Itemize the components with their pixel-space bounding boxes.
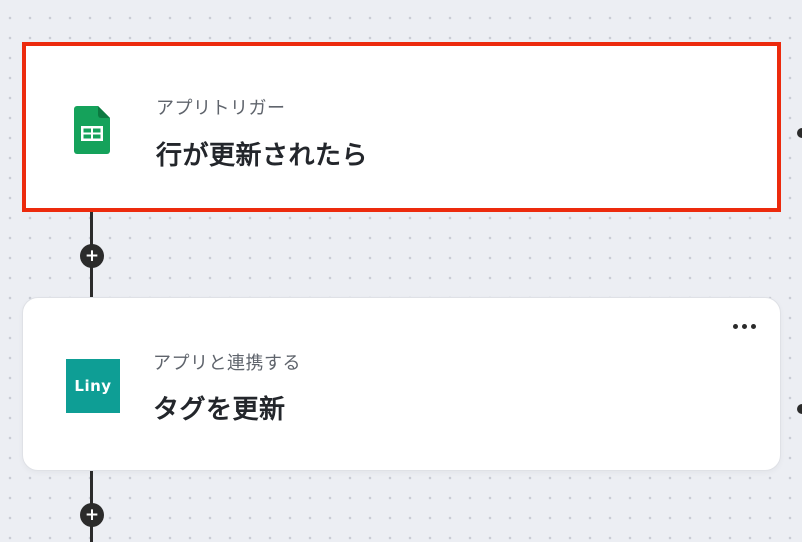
trigger-step-card[interactable]: アプリトリガー 行が更新されたら (22, 42, 781, 212)
google-sheets-icon (74, 106, 110, 154)
more-options-icon[interactable] (733, 324, 756, 329)
step-category-label: アプリと連携する (153, 353, 301, 374)
liny-logo-text: Liny (74, 377, 112, 395)
step-category-label: アプリトリガー (156, 98, 286, 119)
card-edge-handle[interactable] (797, 128, 802, 138)
step-title: 行が更新されたら (156, 141, 369, 171)
liny-icon: Liny (66, 359, 120, 413)
card-edge-handle[interactable] (797, 404, 802, 414)
step-title: タグを更新 (153, 395, 286, 425)
action-step-card[interactable]: Liny アプリと連携する タグを更新 (22, 297, 781, 471)
add-step-button[interactable]: + (80, 503, 104, 527)
add-step-button[interactable]: + (80, 244, 104, 268)
